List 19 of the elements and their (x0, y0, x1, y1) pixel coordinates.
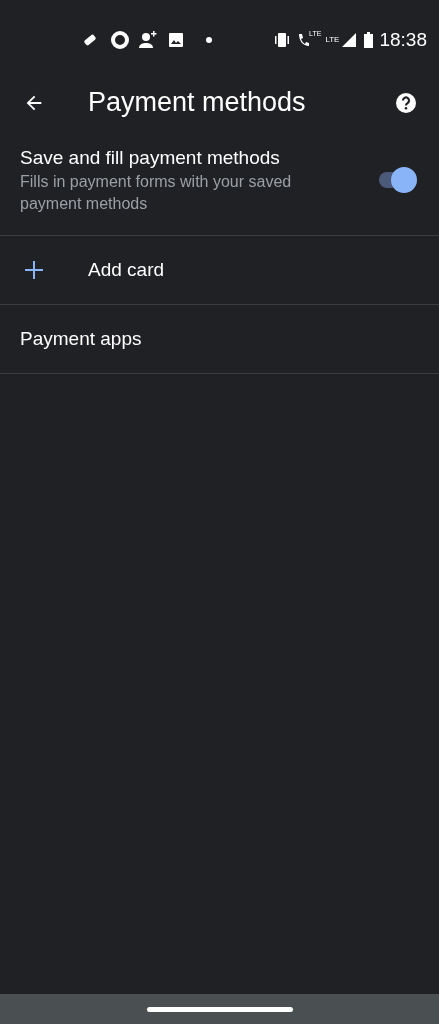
add-person-icon (138, 30, 158, 50)
setting-title: Save and fill payment methods (20, 146, 281, 170)
page-title: Payment methods (88, 86, 307, 120)
battery-icon (364, 32, 374, 48)
setting-description: Fills in payment forms with your saved payment methods (20, 172, 293, 214)
list-item[interactable]: Add card (0, 236, 439, 305)
vibrate-icon (273, 32, 292, 48)
ring-icon (110, 30, 130, 50)
list-item[interactable]: Payment apps (0, 305, 439, 374)
signal-icon (342, 33, 357, 47)
image-icon (168, 32, 184, 48)
home-handle[interactable] (146, 1006, 293, 1012)
dot-icon (206, 37, 212, 43)
plus-icon (24, 260, 44, 280)
clock-time: 18:38 (379, 27, 427, 52)
phone-icon (297, 32, 310, 48)
network-label: LTE (325, 36, 340, 44)
help-button[interactable] (395, 91, 417, 114)
toggle-switch[interactable] (377, 167, 417, 193)
